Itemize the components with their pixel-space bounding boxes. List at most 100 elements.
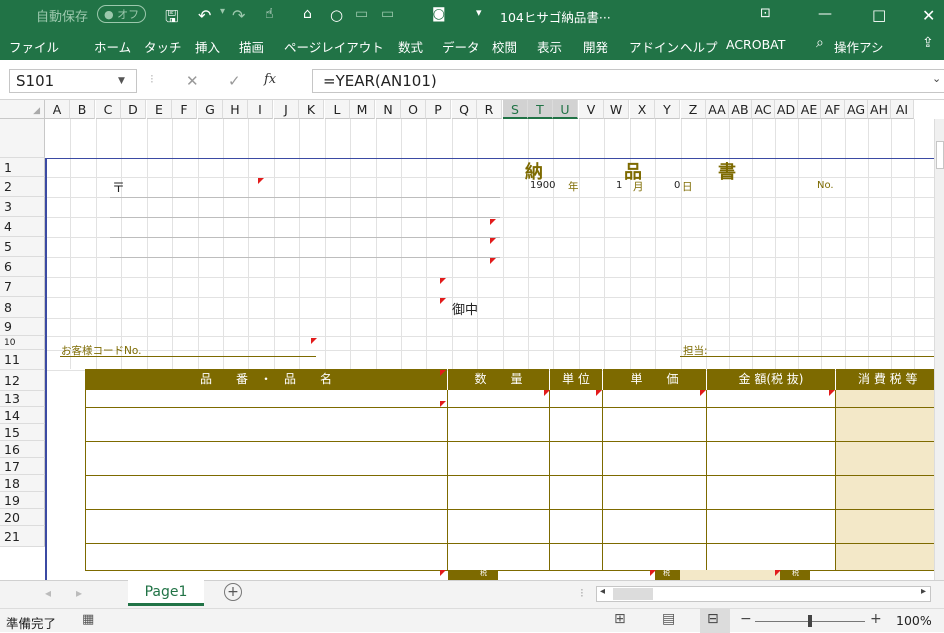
row-header-16[interactable]: 16 [0,441,45,458]
comment-indicator[interactable] [440,278,446,284]
comment-indicator[interactable] [440,570,446,576]
insert-function-icon[interactable]: fx [264,72,276,87]
comment-indicator[interactable] [440,401,446,407]
column-header-ah[interactable]: AH [868,100,891,119]
tab-developer[interactable]: 開発 [583,37,608,56]
comment-indicator[interactable] [490,219,496,225]
vertical-scrollbar[interactable] [934,119,944,580]
tab-home[interactable]: ホーム [94,37,131,56]
tab-insert[interactable]: 挿入 [195,37,220,56]
column-header-ac[interactable]: AC [752,100,775,119]
zoom-slider-thumb[interactable] [808,615,812,627]
row-header-5[interactable]: 5 [0,237,45,257]
column-header-af[interactable]: AF [821,100,845,119]
page-layout-view-icon[interactable]: ▤ [662,611,675,627]
tell-me-search[interactable]: 操作アシ [834,37,884,56]
select-all-corner[interactable]: ◢ [0,100,45,119]
row-header-6[interactable]: 6 [0,257,45,277]
row-header-11[interactable]: 11 [0,350,45,370]
row-header-20[interactable]: 20 [0,509,45,526]
zoom-level[interactable]: 100% [896,613,932,628]
row-header-4[interactable]: 4 [0,217,45,237]
column-header-g[interactable]: G [198,100,223,119]
prev-sheet-icon[interactable]: ◂ [45,586,51,600]
column-header-z[interactable]: Z [681,100,706,119]
column-header-v[interactable]: V [579,100,604,119]
vertical-scroll-thumb[interactable] [936,141,944,169]
zoom-out-icon[interactable]: − [740,611,752,627]
row-header-19[interactable]: 19 [0,492,45,509]
tab-help[interactable]: ヘルプ [680,37,718,56]
tab-splitter-icon[interactable]: ⁝ [580,586,584,600]
tab-review[interactable]: 校閲 [492,37,517,56]
column-header-e[interactable]: E [147,100,172,119]
tab-touch[interactable]: タッチ [144,37,182,56]
column-header-p[interactable]: P [426,100,451,119]
column-header-d[interactable]: D [121,100,146,119]
enter-icon[interactable]: ✓ [228,72,241,90]
add-sheet-icon[interactable]: + [224,583,242,601]
tab-acrobat[interactable]: ACROBAT [726,37,785,52]
column-header-r[interactable]: R [477,100,502,119]
comment-indicator[interactable] [650,570,656,576]
row-header-1[interactable]: 1 [0,158,45,177]
row-header-3[interactable]: 3 [0,197,45,217]
column-header-f[interactable]: F [172,100,197,119]
row-header-14[interactable]: 14 [0,407,45,424]
column-header-a[interactable]: A [45,100,70,119]
row-header-15[interactable]: 15 [0,424,45,441]
column-header-aa[interactable]: AA [706,100,729,119]
tab-view[interactable]: 表示 [537,37,562,56]
row-header-12[interactable]: 12 [0,370,45,391]
column-header-j[interactable]: J [274,100,299,119]
column-header-ae[interactable]: AE [798,100,821,119]
close-icon[interactable]: ✕ [922,6,935,25]
tab-page-layout[interactable]: ページレイアウト [284,37,384,56]
sheet-tab-page1[interactable]: Page1 [128,580,204,606]
touch-mode-icon[interactable]: ☝ [265,6,274,22]
column-header-ad[interactable]: AD [775,100,798,119]
row-header-9[interactable]: 9 [0,318,45,336]
row-header-21[interactable]: 21 [0,526,45,547]
row-header-17[interactable]: 17 [0,458,45,475]
row-header-13[interactable]: 13 [0,391,45,407]
column-header-u[interactable]: U [553,100,578,119]
formula-input[interactable]: =YEAR(AN101) [312,69,944,93]
expand-formula-icon[interactable]: ⌄ [932,72,941,85]
comment-indicator[interactable] [775,570,781,576]
circle-icon[interactable]: ○ [330,6,343,24]
row-header-8[interactable]: 8 [0,297,45,318]
column-header-n[interactable]: N [376,100,401,119]
row-header-2[interactable]: 2 [0,177,45,197]
column-header-l[interactable]: L [325,100,350,119]
tab-data[interactable]: データ [442,37,480,56]
column-header-q[interactable]: Q [452,100,477,119]
macro-record-icon[interactable]: ▦ [82,612,94,627]
column-header-t[interactable]: T [528,100,553,119]
comment-indicator[interactable] [490,238,496,244]
row-header-7[interactable]: 7 [0,277,45,297]
page-break-view-button[interactable]: ⊟ [700,609,730,633]
scroll-right-icon[interactable]: ▸ [921,586,926,597]
comment-indicator[interactable] [258,178,264,184]
undo-dropdown-icon[interactable]: ▾ [220,6,225,17]
comment-indicator[interactable] [440,298,446,304]
next-sheet-icon[interactable]: ▸ [76,586,82,600]
column-header-y[interactable]: Y [655,100,680,119]
comment-icon[interactable]: ▭ [355,6,368,22]
comment-indicator[interactable] [829,390,835,396]
qat-more-icon[interactable]: ▾ [476,6,482,19]
tab-draw[interactable]: 描画 [239,37,264,56]
column-header-h[interactable]: H [223,100,248,119]
autosave-toggle[interactable]: ● オフ [97,5,147,23]
share-icon[interactable]: ⇪ [922,35,934,51]
column-header-o[interactable]: O [401,100,426,119]
column-header-w[interactable]: W [604,100,629,119]
camera-icon[interactable]: ◙ [432,6,446,22]
comment-indicator[interactable] [490,258,496,264]
column-header-c[interactable]: C [96,100,121,119]
tab-file[interactable]: ファイル [9,37,59,56]
worksheet-grid[interactable]: ◢ A B C D E F G H I J K L M N O P Q R S T U V W X Y Z AA AB AC AD AE AF… [0,100,944,580]
column-header-ab[interactable]: AB [729,100,752,119]
column-header-i[interactable]: I [248,100,273,119]
